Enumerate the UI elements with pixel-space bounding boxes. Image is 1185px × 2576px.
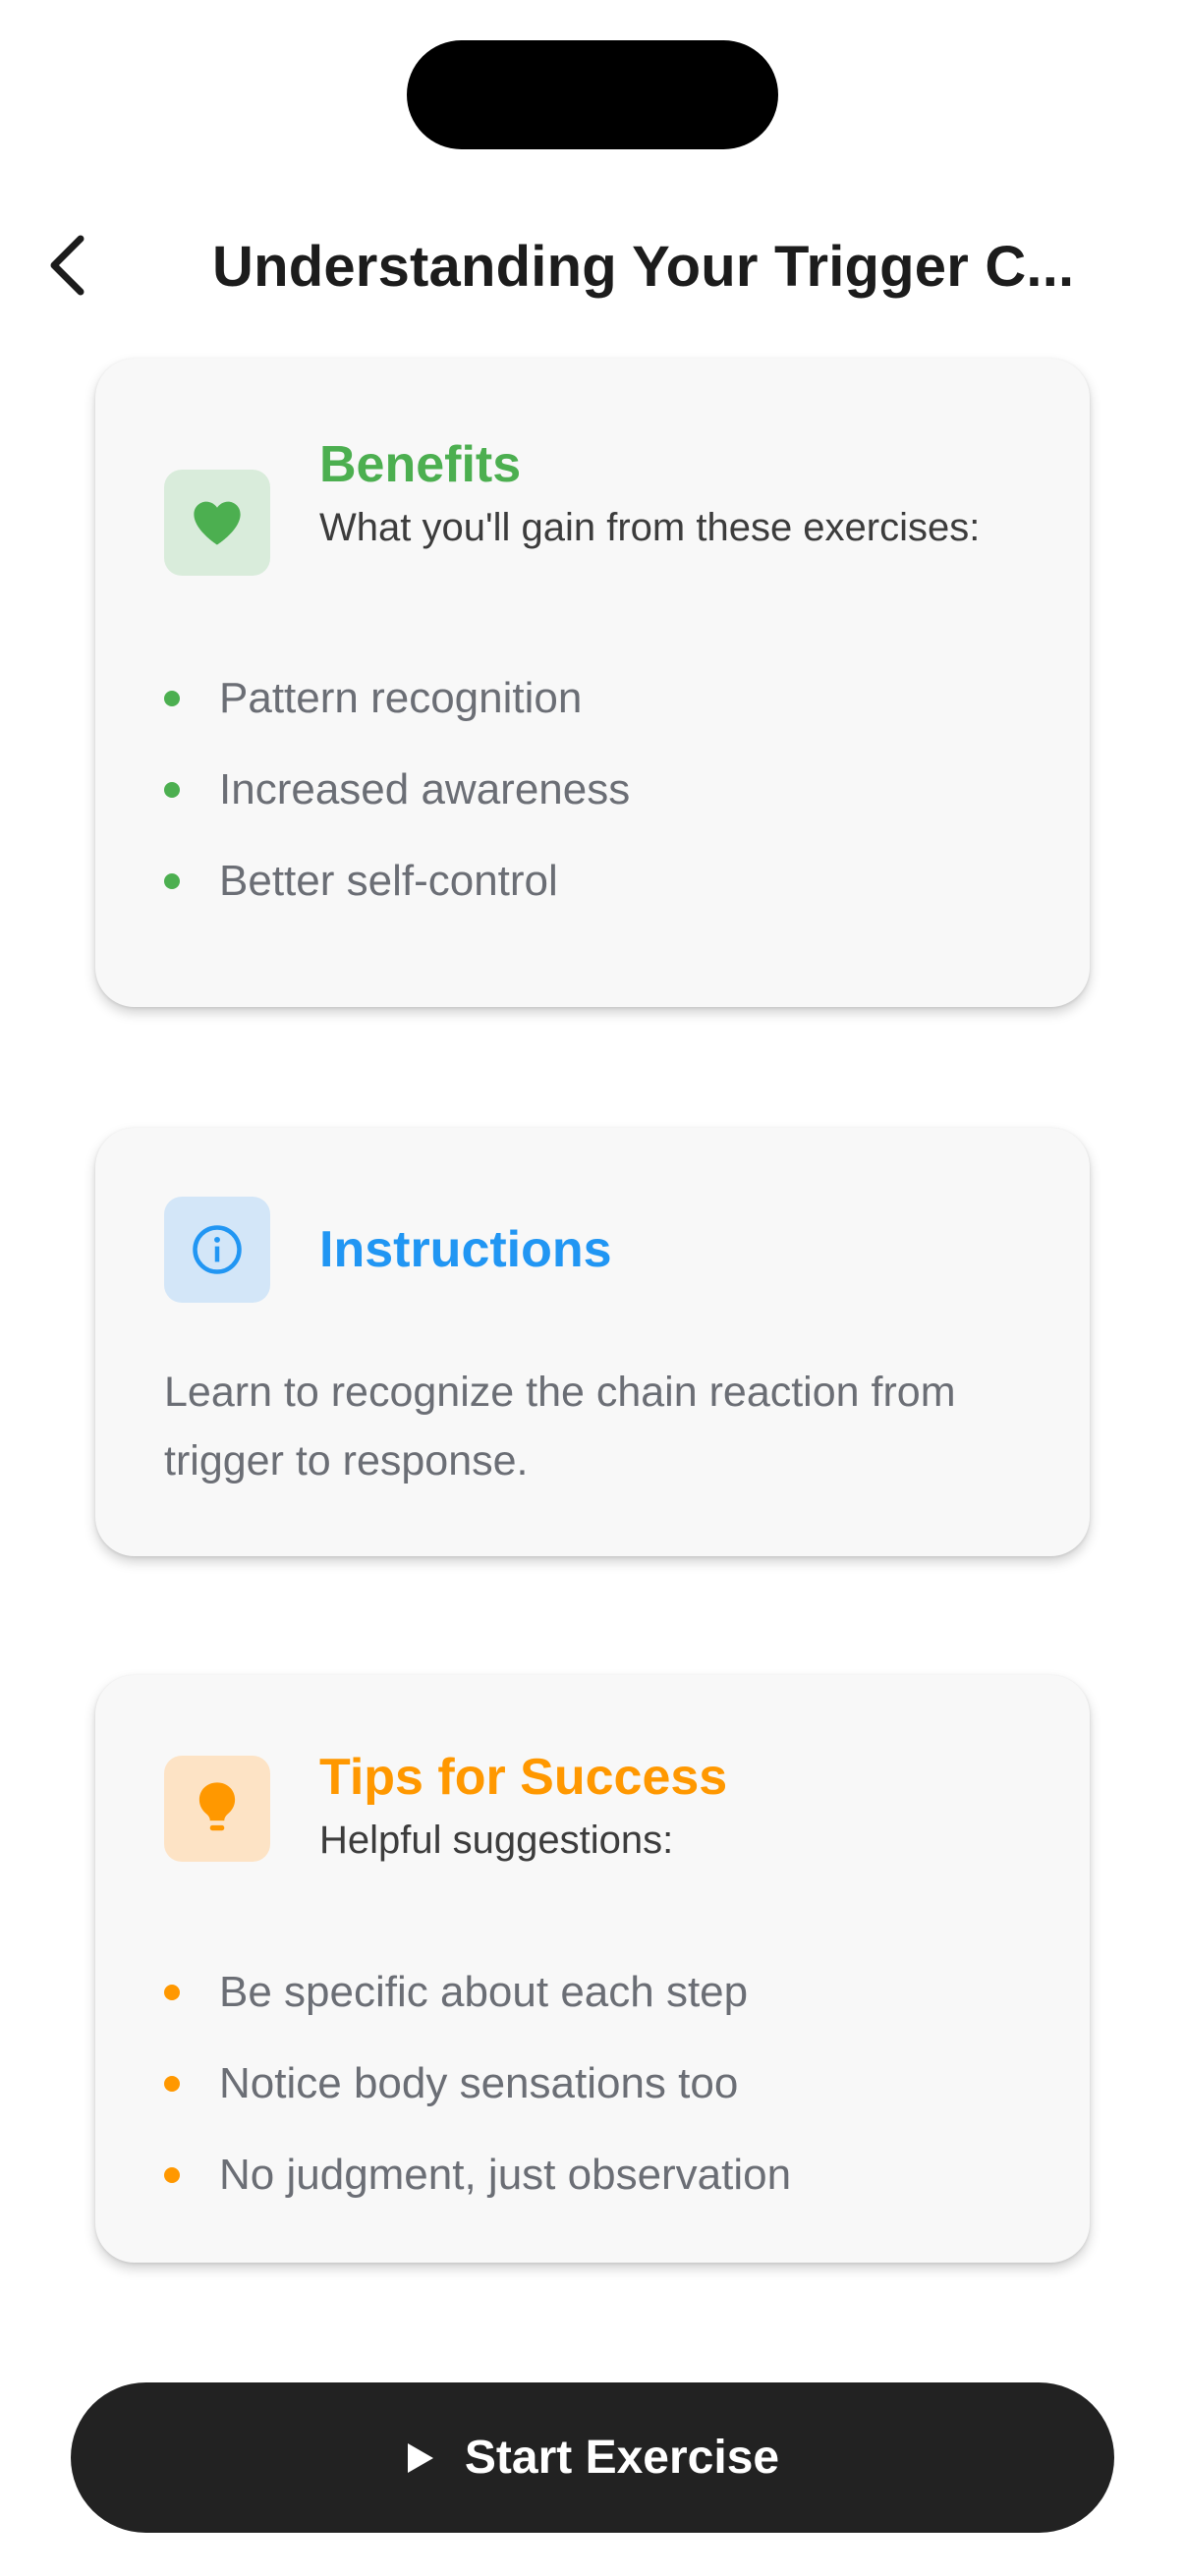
- instructions-text: Learn to recognize the chain reaction fr…: [164, 1369, 956, 1484]
- info-icon: [193, 1225, 242, 1274]
- list-item: Increased awareness: [164, 744, 630, 835]
- benefits-list: Pattern recognition Increased awareness …: [164, 652, 630, 926]
- camera-notch: [407, 40, 778, 149]
- heart-icon: [194, 501, 241, 545]
- header: Understanding Your Trigger C...: [0, 206, 1185, 324]
- tips-subtitle: Helpful suggestions:: [319, 1819, 674, 1862]
- list-item-label: Be specific about each step: [219, 1967, 749, 2016]
- benefits-card: Benefits What you'll gain from these exe…: [95, 359, 1090, 1007]
- list-item-label: Increased awareness: [219, 764, 631, 813]
- tips-card: Tips for Success Helpful suggestions: Be…: [95, 1675, 1090, 2263]
- list-item-label: No judgment, just observation: [219, 2150, 792, 2199]
- benefits-subtitle: What you'll gain from these exercises:: [319, 506, 981, 549]
- tips-list: Be specific about each step Notice body …: [164, 1946, 791, 2220]
- bullet-dot: [164, 1984, 180, 2000]
- start-exercise-label: Start Exercise: [464, 2432, 780, 2484]
- instructions-icon-badge: [164, 1197, 270, 1303]
- list-item-label: Pattern recognition: [219, 673, 583, 722]
- instructions-title: Instructions: [319, 1221, 612, 1278]
- benefits-title: Benefits: [319, 436, 522, 493]
- tips-icon-badge: [164, 1756, 270, 1862]
- play-icon: [407, 2442, 433, 2473]
- benefits-icon-badge: [164, 470, 270, 576]
- bullet-dot: [164, 781, 180, 798]
- tips-title: Tips for Success: [319, 1749, 728, 1806]
- list-item-label: Better self-control: [219, 856, 558, 905]
- bullet-dot: [164, 2075, 180, 2092]
- instructions-card: Instructions Learn to recognize the chai…: [95, 1128, 1090, 1556]
- back-button[interactable]: [28, 226, 106, 305]
- lightbulb-icon: [198, 1782, 236, 1831]
- list-item-label: Notice body sensations too: [219, 2058, 739, 2107]
- bullet-dot: [164, 2166, 180, 2183]
- list-item: Pattern recognition: [164, 652, 630, 744]
- list-item: Better self-control: [164, 835, 630, 926]
- list-item: Notice body sensations too: [164, 2038, 791, 2129]
- page-title: Understanding Your Trigger C...: [212, 235, 1075, 299]
- list-item: No judgment, just observation: [164, 2129, 791, 2220]
- bullet-dot: [164, 872, 180, 889]
- list-item: Be specific about each step: [164, 1946, 791, 2038]
- bullet-dot: [164, 690, 180, 706]
- start-exercise-button[interactable]: Start Exercise: [71, 2382, 1114, 2533]
- chevron-left-icon: [50, 235, 85, 296]
